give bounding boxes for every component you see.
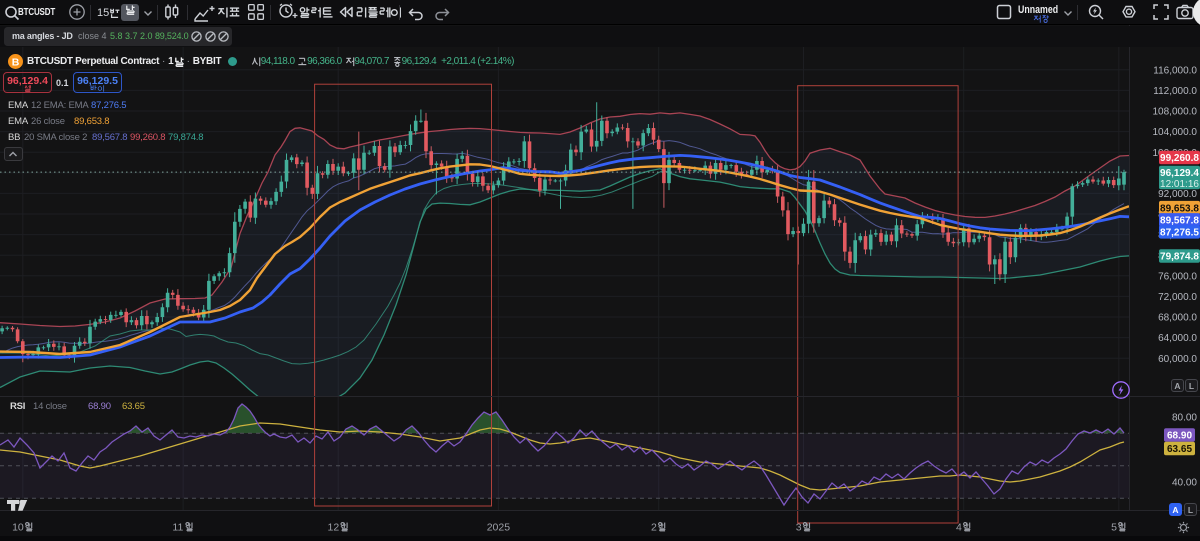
svg-text:87,276.5: 87,276.5 bbox=[1160, 227, 1199, 238]
svg-text:11: 11 bbox=[172, 522, 183, 534]
svg-text:L: L bbox=[1189, 381, 1194, 391]
svg-text:63.65: 63.65 bbox=[1167, 444, 1192, 455]
svg-text:64,000.0: 64,000.0 bbox=[1158, 333, 1197, 344]
svg-text:68.90: 68.90 bbox=[1167, 431, 1192, 442]
svg-text:112,000.0: 112,000.0 bbox=[1153, 86, 1197, 97]
svg-text:L: L bbox=[1188, 505, 1193, 515]
svg-text:116,000.0: 116,000.0 bbox=[1153, 65, 1197, 76]
svg-text:89,567.8: 89,567.8 bbox=[1160, 215, 1199, 226]
svg-text:89,653.8: 89,653.8 bbox=[1160, 203, 1199, 214]
svg-text:92,000.0: 92,000.0 bbox=[1158, 189, 1197, 200]
svg-text:12: 12 bbox=[328, 522, 340, 534]
svg-text:A: A bbox=[1174, 381, 1180, 391]
svg-text:12:01:16: 12:01:16 bbox=[1160, 179, 1199, 190]
svg-text:96,129.4: 96,129.4 bbox=[1160, 168, 1199, 179]
svg-text:4: 4 bbox=[956, 522, 962, 534]
svg-text:68,000.0: 68,000.0 bbox=[1158, 313, 1197, 324]
svg-text:104,000.0: 104,000.0 bbox=[1153, 127, 1198, 138]
svg-text:2025: 2025 bbox=[487, 522, 511, 534]
svg-text:79,874.8: 79,874.8 bbox=[1160, 252, 1199, 263]
svg-text:76,000.0: 76,000.0 bbox=[1158, 271, 1197, 282]
svg-text:80.00: 80.00 bbox=[1172, 413, 1197, 424]
svg-text:40.00: 40.00 bbox=[1172, 478, 1197, 489]
svg-text:108,000.0: 108,000.0 bbox=[1153, 107, 1198, 118]
svg-text:10: 10 bbox=[12, 522, 24, 534]
svg-text:72,000.0: 72,000.0 bbox=[1158, 292, 1197, 303]
svg-text:60,000.0: 60,000.0 bbox=[1158, 354, 1197, 365]
svg-text:99,260.8: 99,260.8 bbox=[1160, 153, 1199, 164]
svg-text:A: A bbox=[1172, 505, 1178, 515]
svg-text:2: 2 bbox=[651, 522, 657, 534]
svg-text:3: 3 bbox=[796, 522, 802, 534]
svg-text:5: 5 bbox=[1111, 522, 1117, 534]
